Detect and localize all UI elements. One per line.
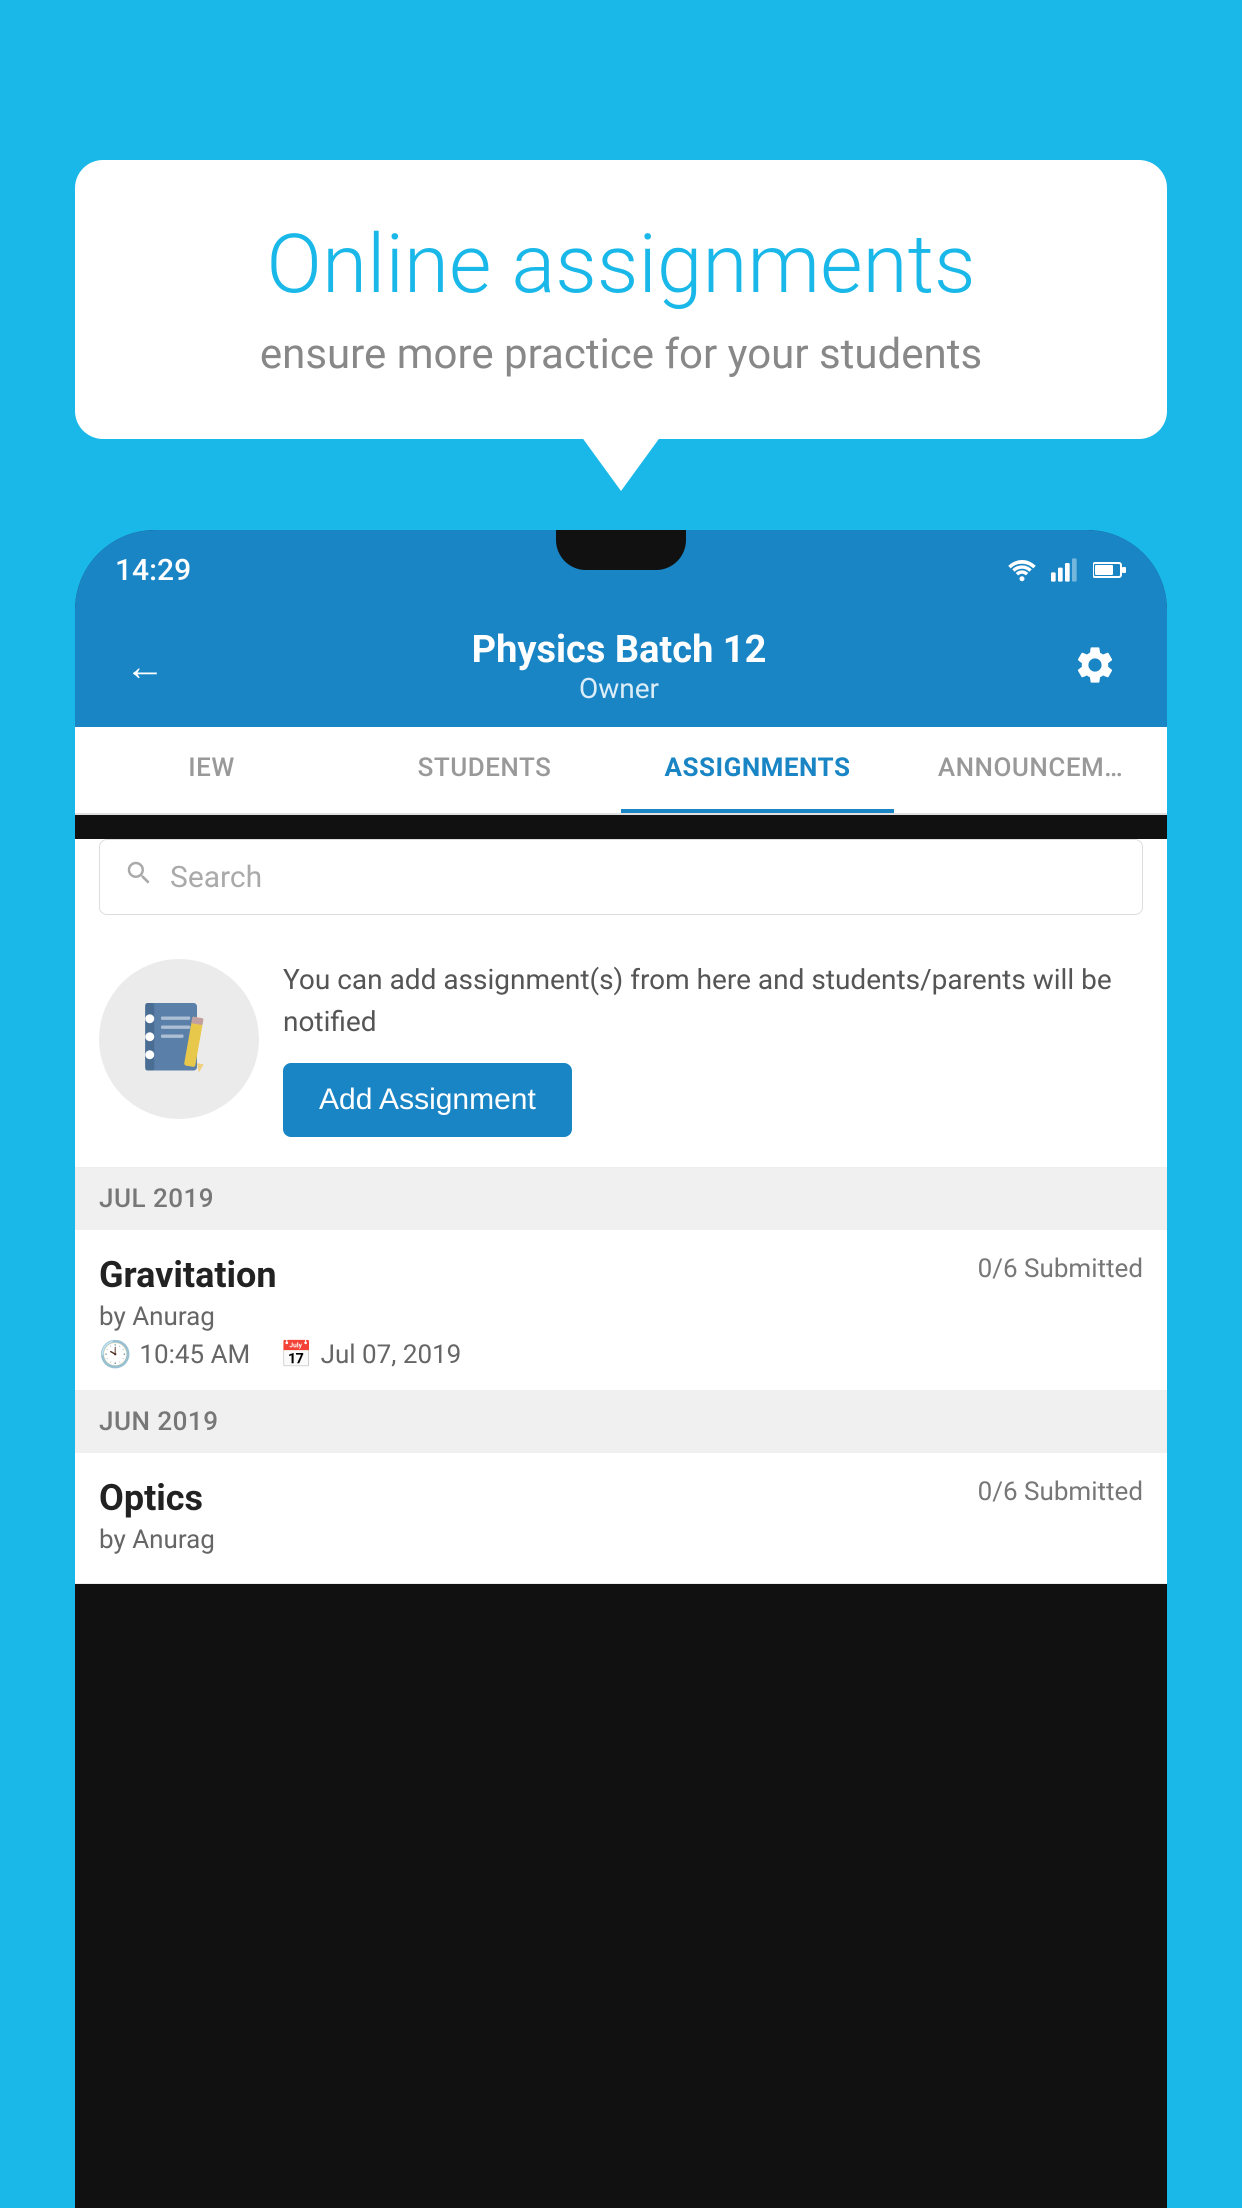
assignment-submitted-optics: 0/6 Submitted bbox=[978, 1477, 1143, 1507]
tab-students[interactable]: STUDENTS bbox=[348, 727, 621, 813]
assignment-submitted: 0/6 Submitted bbox=[978, 1254, 1143, 1284]
settings-button[interactable] bbox=[1063, 633, 1127, 701]
assignment-time: 🕙 10:45 AM bbox=[99, 1340, 250, 1370]
header-center: Physics Batch 12 Owner bbox=[472, 628, 767, 705]
status-icons bbox=[1007, 558, 1127, 582]
assignment-item-optics[interactable]: Optics 0/6 Submitted by Anurag bbox=[75, 1453, 1167, 1584]
battery-icon bbox=[1093, 558, 1127, 582]
back-button[interactable]: ← bbox=[115, 633, 175, 700]
calendar-icon: 📅 bbox=[280, 1340, 312, 1370]
notebook-icon bbox=[134, 994, 224, 1084]
add-assignment-button[interactable]: Add Assignment bbox=[283, 1063, 572, 1137]
tab-announcements[interactable]: ANNOUNCEM… bbox=[894, 727, 1167, 813]
assignment-by-optics: by Anurag bbox=[99, 1525, 1143, 1555]
assignment-item-gravitation[interactable]: Gravitation 0/6 Submitted by Anurag 🕙 10… bbox=[75, 1230, 1167, 1391]
batch-subtitle: Owner bbox=[472, 672, 767, 705]
promo-icon-circle bbox=[99, 959, 259, 1119]
promo-description: You can add assignment(s) from here and … bbox=[283, 959, 1143, 1043]
search-icon bbox=[124, 858, 154, 896]
app-header: ← Physics Batch 12 Owner bbox=[75, 610, 1167, 727]
section-header-jun: JUN 2019 bbox=[75, 1391, 1167, 1453]
assignment-date-text: Jul 07, 2019 bbox=[321, 1340, 462, 1370]
speech-bubble-card: Online assignments ensure more practice … bbox=[75, 160, 1167, 439]
phone-notch bbox=[556, 530, 686, 570]
assignment-meta: 🕙 10:45 AM 📅 Jul 07, 2019 bbox=[99, 1340, 1143, 1370]
promo-area: You can add assignment(s) from here and … bbox=[75, 939, 1167, 1168]
promo-text-area: You can add assignment(s) from here and … bbox=[283, 959, 1143, 1137]
assignment-date: 📅 Jul 07, 2019 bbox=[280, 1340, 461, 1370]
assignment-name: Gravitation bbox=[99, 1254, 277, 1296]
assignment-name-optics: Optics bbox=[99, 1477, 203, 1519]
signal-icon bbox=[1051, 558, 1079, 582]
phone-frame: 14:29 ← bbox=[75, 530, 1167, 2208]
speech-bubble-subtitle: ensure more practice for your students bbox=[145, 330, 1097, 379]
search-bar[interactable]: Search bbox=[99, 839, 1143, 915]
wifi-icon bbox=[1007, 558, 1037, 582]
gear-icon bbox=[1073, 643, 1117, 687]
status-time: 14:29 bbox=[115, 553, 191, 588]
batch-title: Physics Batch 12 bbox=[472, 628, 767, 672]
tab-assignments[interactable]: ASSIGNMENTS bbox=[621, 727, 894, 813]
speech-bubble-title: Online assignments bbox=[145, 220, 1097, 310]
phone-screen: Search bbox=[75, 839, 1167, 1584]
tabs-bar: IEW STUDENTS ASSIGNMENTS ANNOUNCEM… bbox=[75, 727, 1167, 815]
search-placeholder: Search bbox=[170, 860, 262, 895]
tab-iew[interactable]: IEW bbox=[75, 727, 348, 813]
section-header-jul: JUL 2019 bbox=[75, 1168, 1167, 1230]
status-bar: 14:29 bbox=[75, 530, 1167, 610]
assignment-time-text: 10:45 AM bbox=[139, 1340, 250, 1370]
clock-icon: 🕙 bbox=[99, 1340, 131, 1370]
assignment-by: by Anurag bbox=[99, 1302, 1143, 1332]
